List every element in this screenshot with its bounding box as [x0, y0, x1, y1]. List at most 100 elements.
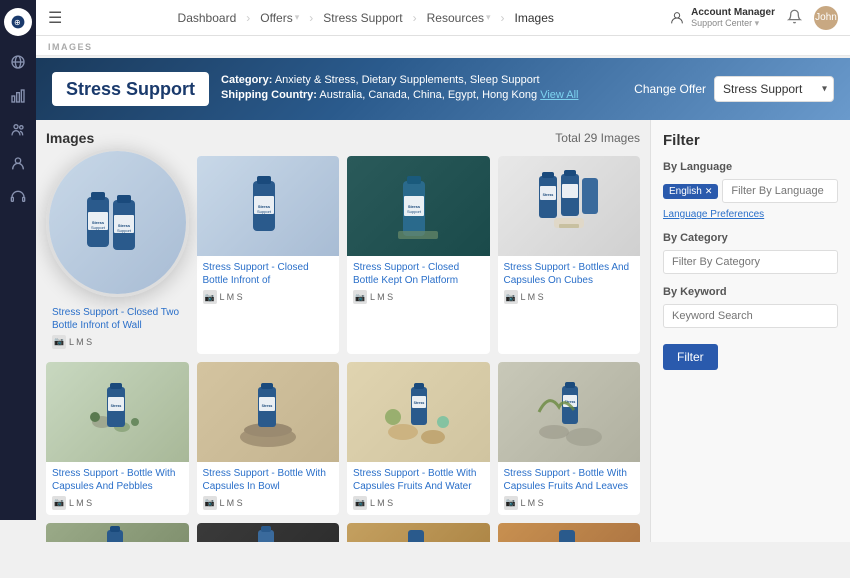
image-card-7[interactable]: Stress Stress Support - Bottle With Caps… — [347, 362, 490, 515]
image-thumb-6: Stress — [197, 362, 340, 462]
filter-language-label: By Language — [663, 161, 838, 173]
badge-lms-8: L M S — [521, 498, 544, 508]
image-grid: Stress Support Stress Support Stress Su — [46, 156, 640, 542]
nav-stress-support[interactable]: Stress Support — [323, 11, 402, 25]
language-preferences-link[interactable]: Language Preferences — [663, 209, 838, 220]
svg-text:Support: Support — [91, 225, 106, 230]
navbar-left: ☰ — [48, 8, 62, 28]
image-card-3[interactable]: Stress Support Stress Support - Closed B… — [347, 156, 490, 354]
shipping-value: Australia, Canada, China, Egypt, Hong Ko… — [319, 89, 537, 101]
nav-sep-3: › — [413, 11, 417, 25]
image-thumb-7: Stress — [347, 362, 490, 462]
sidebar-icon-people[interactable] — [4, 116, 32, 144]
badge-icon-5: 📷 — [52, 496, 66, 510]
brand-badge: Stress Support — [52, 72, 209, 106]
nav-dashboard[interactable]: Dashboard — [178, 11, 237, 25]
filter-panel: Filter By Language English ✕ Language Pr… — [650, 120, 850, 542]
image-title-5[interactable]: Stress Support - Bottle With Capsules An… — [52, 467, 183, 493]
banner: Stress Support Category: Anxiety & Stres… — [36, 58, 850, 120]
nav-offers[interactable]: Offers ▾ — [260, 11, 299, 25]
app-logo[interactable]: ⊕ — [4, 8, 32, 36]
banner-meta: Category: Anxiety & Stress, Dietary Supp… — [221, 74, 578, 104]
shipping-label: Shipping Country: — [221, 89, 317, 101]
badge-lms-7: L M S — [370, 498, 393, 508]
image-card-1[interactable]: Stress Support Stress Support Stress Su — [46, 156, 189, 354]
filter-tag-english[interactable]: English ✕ — [663, 184, 718, 199]
sidebar-icon-person[interactable] — [4, 150, 32, 178]
image-card-2[interactable]: Stress Support Stress Support - Closed B… — [197, 156, 340, 354]
filter-tag-label: English — [669, 186, 702, 197]
top-navbar: ☰ Dashboard › Offers ▾ › Stress Support … — [36, 0, 850, 56]
image-info-6: Stress Support - Bottle With Capsules In… — [197, 462, 340, 515]
offer-select-wrapper: Stress Support — [714, 76, 834, 102]
image-badges-4: 📷 L M S — [504, 290, 635, 304]
filter-keyword-label: By Keyword — [663, 286, 838, 298]
image-title-2[interactable]: Stress Support - Closed Bottle Infront o… — [203, 261, 334, 287]
image-info-7: Stress Support - Bottle With Capsules Fr… — [347, 462, 490, 515]
view-all-link[interactable]: View All — [540, 89, 578, 101]
category-label: Category: — [221, 74, 272, 86]
nav-images[interactable]: Images — [515, 11, 554, 25]
image-title-1[interactable]: Stress Support - Closed Two Bottle Infro… — [52, 306, 183, 332]
badge-icon-3: 📷 — [353, 290, 367, 304]
image-card-4[interactable]: Stress Stress Support - Bottles And Caps… — [498, 156, 641, 354]
filter-title: Filter — [663, 132, 838, 149]
badge-icon-4: 📷 — [504, 290, 518, 304]
nav-sep-4: › — [501, 11, 505, 25]
filter-category-label: By Category — [663, 232, 838, 244]
image-title-7[interactable]: Stress Support - Bottle With Capsules Fr… — [353, 467, 484, 493]
nav-sep-1: › — [246, 11, 250, 25]
language-filter-input[interactable] — [722, 179, 838, 203]
image-title-4[interactable]: Stress Support - Bottles And Capsules On… — [504, 261, 635, 287]
sidebar-icon-globe[interactable] — [4, 48, 32, 76]
image-thumb-5: Stress — [46, 362, 189, 462]
content-area: Images Total 29 Images Stress Suppor — [36, 120, 850, 542]
image-card-11[interactable] — [347, 523, 490, 543]
badge-lms-3: L M S — [370, 292, 393, 302]
image-card-9[interactable] — [46, 523, 189, 543]
image-info-4: Stress Support - Bottles And Capsules On… — [498, 256, 641, 309]
keyword-filter-input[interactable] — [663, 304, 838, 328]
category-filter-input[interactable] — [663, 250, 838, 274]
svg-text:Stress: Stress — [111, 404, 122, 408]
category-value: Anxiety & Stress, Dietary Supplements, S… — [275, 74, 540, 86]
account-info: Account Manager Support Center ▾ — [669, 7, 775, 29]
account-manager-icon — [669, 10, 685, 26]
image-card-10[interactable] — [197, 523, 340, 543]
image-badges-2: 📷 L M S — [203, 290, 334, 304]
images-count: Total 29 Images — [555, 131, 640, 145]
svg-text:Support: Support — [407, 209, 422, 214]
image-info-8: Stress Support - Bottle With Capsules Fr… — [498, 462, 641, 515]
menu-icon[interactable]: ☰ — [48, 8, 62, 28]
filter-button[interactable]: Filter — [663, 344, 718, 370]
sidebar-icon-chart[interactable] — [4, 82, 32, 110]
image-card-5[interactable]: Stress Stress Support - Bottle With Caps… — [46, 362, 189, 515]
image-thumb-8: Stress — [498, 362, 641, 462]
banner-shipping-row: Shipping Country: Australia, Canada, Chi… — [221, 89, 578, 101]
banner-right: Change Offer Stress Support — [634, 76, 834, 102]
image-info-1: Stress Support - Closed Two Bottle Infro… — [46, 301, 189, 354]
avatar: John — [814, 6, 838, 30]
sidebar: ⊕ — [0, 0, 36, 520]
image-card-8[interactable]: Stress Stress Support - Bottle With Caps… — [498, 362, 641, 515]
image-card-6[interactable]: Stress Stress Support - Bottle With Caps… — [197, 362, 340, 515]
image-title-6[interactable]: Stress Support - Bottle With Capsules In… — [203, 467, 334, 493]
image-title-3[interactable]: Stress Support - Closed Bottle Kept On P… — [353, 261, 484, 287]
filter-tag-remove[interactable]: ✕ — [705, 186, 713, 197]
bell-icon[interactable] — [787, 9, 802, 27]
sidebar-icon-headset[interactable] — [4, 184, 32, 212]
image-info-3: Stress Support - Closed Bottle Kept On P… — [347, 256, 490, 309]
image-thumb-10 — [197, 523, 340, 543]
badge-icon-2: 📷 — [203, 290, 217, 304]
nav-sep-2: › — [309, 11, 313, 25]
offer-select[interactable]: Stress Support — [714, 76, 834, 102]
images-label-bar: IMAGES — [36, 36, 850, 56]
brand-name: Stress Support — [66, 80, 195, 98]
images-header: Images Total 29 Images — [46, 130, 640, 146]
image-card-12[interactable] — [498, 523, 641, 543]
svg-text:Stress: Stress — [414, 401, 425, 405]
nav-resources[interactable]: Resources ▾ — [427, 11, 491, 25]
filter-section-category: By Category — [663, 232, 838, 274]
image-badges-8: 📷 L M S — [504, 496, 635, 510]
image-title-8[interactable]: Stress Support - Bottle With Capsules Fr… — [504, 467, 635, 493]
